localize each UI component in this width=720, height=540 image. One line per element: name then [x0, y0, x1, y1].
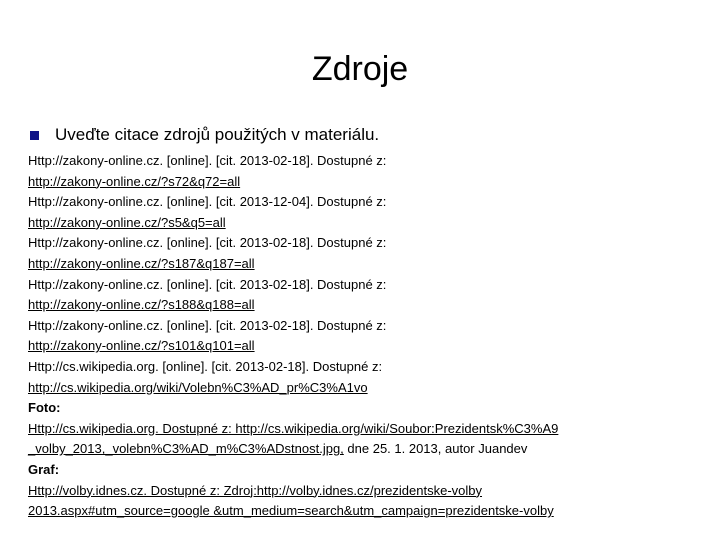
foto-label: Foto: [28, 400, 61, 416]
foto-attribution: dne 25. 1. 2013, autor Juandev [343, 441, 528, 457]
reference-text: Http://zakony-online.cz. [online]. [cit.… [28, 194, 387, 210]
reference-link[interactable]: http://zakony-online.cz/?s188&q188=all [28, 297, 255, 312]
reference-list: Http://zakony-online.cz. [online]. [cit.… [28, 151, 708, 522]
reference-text: Http://zakony-online.cz. [online]. [cit.… [28, 276, 387, 292]
graf-link[interactable]: Http://volby.idnes.cz. Dostupné z: Zdroj… [28, 483, 482, 498]
reference-link[interactable]: http://zakony-online.cz/?s187&q187=all [28, 256, 255, 271]
reference-link[interactable]: http://cs.wikipedia.org/wiki/Volebn%C3%A… [28, 380, 368, 395]
slide-title-text: Zdroje [311, 50, 409, 88]
foto-link[interactable]: Http://cs.wikipedia.org. Dostupné z: htt… [28, 421, 558, 436]
reference-text: Http://zakony-online.cz. [online]. [cit.… [28, 153, 387, 168]
graf-label: Graf: [28, 461, 60, 477]
reference-link[interactable]: http://zakony-online.cz/?s5&q5=all [28, 215, 226, 230]
foto-link-continued[interactable]: _volby_2013,_volebn%C3%AD_m%C3%ADstnost.… [28, 441, 344, 456]
reference-text: Http://zakony-online.cz. [online]. [cit.… [28, 317, 387, 333]
reference-link[interactable]: http://zakony-online.cz/?s72&q72=all [28, 174, 240, 189]
reference-link[interactable]: http://zakony-online.cz/?s101&q101=all [28, 338, 255, 353]
bullet-row: Uveďte citace zdrojů použitých v materiá… [30, 124, 379, 146]
square-bullet-icon [30, 130, 39, 140]
reference-text: Http://zakony-online.cz. [online]. [cit.… [28, 235, 387, 251]
graf-link-continued[interactable]: 2013.aspx#utm_source=google &utm_medium=… [28, 503, 554, 518]
bullet-text: Uveďte citace zdrojů použitých v materiá… [55, 125, 380, 144]
reference-text: Http://cs.wikipedia.org. [online]. [cit.… [28, 358, 383, 374]
slide-title: Zdroje [0, 46, 720, 92]
